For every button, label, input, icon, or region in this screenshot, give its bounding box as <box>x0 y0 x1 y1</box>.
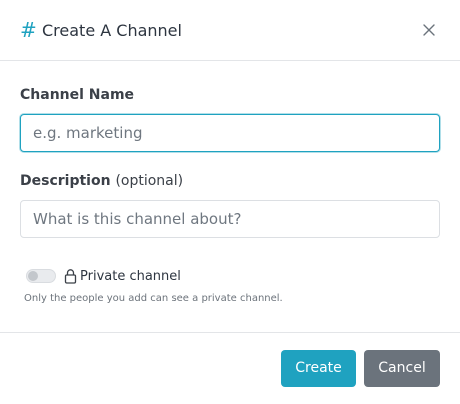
cancel-button[interactable]: Cancel <box>364 350 440 387</box>
private-channel-help: Only the people you add can see a privat… <box>24 293 283 304</box>
description-label-text: Description <box>20 173 111 189</box>
channel-name-label: Channel Name <box>20 85 134 105</box>
dialog-header: # Create A Channel <box>0 0 460 61</box>
dialog-title: Create A Channel <box>42 21 182 40</box>
lock-icon <box>64 268 77 284</box>
channel-name-input[interactable] <box>20 114 440 152</box>
close-icon[interactable] <box>418 19 440 41</box>
description-input[interactable] <box>20 200 440 238</box>
create-button[interactable]: Create <box>281 350 356 387</box>
toggle-knob <box>28 271 38 281</box>
hash-icon: # <box>20 18 37 42</box>
description-label: Description (optional) <box>20 171 183 191</box>
private-channel-toggle[interactable] <box>26 269 56 283</box>
channel-name-label-text: Channel Name <box>20 87 135 103</box>
create-channel-dialog: # Create A Channel Channel Name Descript… <box>0 0 460 404</box>
private-channel-label: Private channel <box>80 269 181 284</box>
description-optional-text: (optional) <box>115 173 184 189</box>
